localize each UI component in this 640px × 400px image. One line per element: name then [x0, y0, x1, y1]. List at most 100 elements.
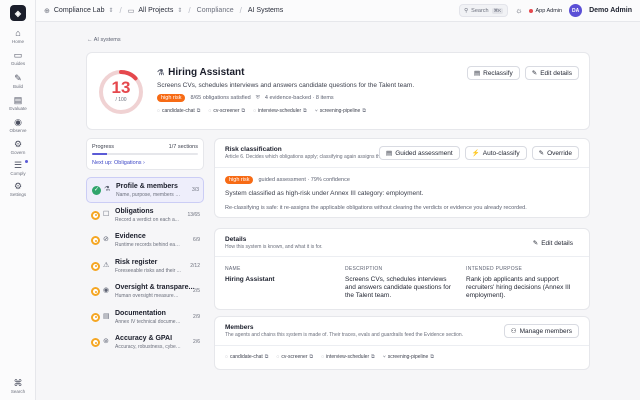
section-subtitle: Runtime records behind each...: [115, 242, 181, 248]
member-chip[interactable]: ⑂ screening-pipeline ⧉: [315, 108, 366, 114]
section-item[interactable]: ☐ Obligations Record a verdict on each a..…: [86, 203, 204, 229]
section-item[interactable]: ▤ Documentation Annex IV technical documen…: [86, 305, 204, 331]
member-chip[interactable]: ◌ cv-screener ⧉: [208, 108, 245, 114]
external-link-icon: ⧉: [362, 108, 366, 114]
back-link[interactable]: ← AI systems: [87, 37, 121, 43]
chip-label: candidate-chat: [229, 354, 263, 360]
external-link-icon: ⧉: [264, 354, 269, 360]
member-chip[interactable]: ⑂ screening-pipeline ⧉: [383, 354, 434, 360]
section-list: ✓ ⚗ Profile & members Name, purpose, member…: [86, 177, 204, 356]
rail-item-guides[interactable]: ▭ Guides: [0, 50, 36, 66]
classification-statement: System classified as high-risk under Ann…: [225, 190, 424, 197]
separator: /: [119, 6, 122, 15]
avatar[interactable]: DA: [569, 4, 583, 17]
rail-item-govern[interactable]: ⚙ Govern: [0, 139, 36, 155]
reclassify-button[interactable]: ▤ Reclassify: [466, 66, 520, 80]
section-item[interactable]: ⊚ Accuracy & GPAI Accuracy, robustness, cy…: [86, 330, 204, 356]
detail-purpose: INTENDED PURPOSE Rank job applicants and…: [466, 266, 584, 300]
wand-icon: ⚡: [471, 150, 480, 157]
rail-item-label: Evaluate: [9, 106, 27, 111]
rail-item-comply[interactable]: ☰ Comply: [0, 160, 36, 176]
card-title: Risk classification: [225, 146, 282, 153]
section-icon: ⚗: [104, 186, 111, 193]
member-chips: ◌ candidate-chat ⧉ ◌ cv-screener ⧉ ◌ intervie…: [225, 354, 434, 360]
card-subtitle: Article 6. Decides which obligations app…: [225, 154, 389, 160]
section-subtitle: Annex IV technical document...: [115, 318, 181, 325]
section-subtitle: Accuracy, robustness, cybers...: [115, 344, 181, 350]
user-name[interactable]: Demo Admin: [589, 7, 632, 14]
pending-icon: [91, 312, 100, 322]
guided-assessment-button[interactable]: ▤ Guided assessment: [379, 146, 460, 160]
risk-badge: high risk: [225, 176, 254, 184]
card-title: Details: [225, 236, 247, 243]
app-logo-icon[interactable]: ◈: [10, 5, 26, 21]
rail-item-build[interactable]: ✎ Build: [0, 73, 36, 89]
section-title: Profile & members: [116, 183, 178, 190]
section-item[interactable]: ⊘ Evidence Runtime records behind each... 6…: [86, 228, 204, 254]
section-icon: ⊚: [103, 338, 109, 345]
section-title: Accuracy & GPAI: [115, 335, 173, 342]
comply-icon: ☰: [13, 160, 23, 170]
reclassify-note: Re-classifying is safe: it re-assigns th…: [225, 205, 527, 211]
chat-icon: ◌: [208, 108, 212, 114]
project-switcher[interactable]: ▭ All Projects ⇕: [128, 7, 183, 15]
chat-icon: ◌: [253, 108, 257, 114]
chip-label: cv-screener: [213, 108, 240, 114]
rail-item-label: Search: [10, 389, 26, 394]
member-chip[interactable]: ◌ interview-scheduler ⧉: [321, 354, 375, 360]
rail-item-search[interactable]: ⌘ Search: [0, 378, 36, 394]
button-label: Auto-classify: [482, 149, 520, 157]
rail-item-label: Guides: [10, 61, 26, 66]
details-card: Details How this system is known, and wh…: [214, 228, 590, 310]
member-chip[interactable]: ◌ candidate-chat ⧉: [157, 108, 200, 114]
system-meta: high risk 8/65 obligations satisfied ⛨ 4…: [157, 94, 334, 102]
breadcrumb-compliance[interactable]: Compliance: [197, 7, 234, 14]
pipeline-icon: ⑂: [314, 108, 318, 114]
app-admin-badge[interactable]: App Admin: [529, 8, 562, 14]
globe-icon: ⊕: [44, 7, 50, 15]
score-max: / 100: [115, 97, 127, 103]
divider: [215, 167, 589, 168]
chip-label: interview-scheduler: [326, 354, 370, 360]
section-title: Obligations: [115, 207, 154, 215]
button-label: Override: [547, 149, 572, 157]
section-title: Risk register: [115, 258, 158, 266]
member-chip[interactable]: ◌ candidate-chat ⧉: [225, 354, 268, 360]
section-subtitle: Human oversight measures a...: [115, 293, 181, 299]
external-link-icon: ⧉: [430, 354, 434, 360]
rail-item-settings[interactable]: ⚙ Settings: [0, 181, 36, 197]
member-chip[interactable]: ◌ interview-scheduler ⧉: [253, 108, 307, 114]
external-link-icon: ⧉: [371, 354, 375, 360]
section-item[interactable]: ◉ Oversight & transpare... Human oversight…: [86, 279, 204, 305]
left-rail: ◈ ⌂ Home ▭ Guides ✎ Build ▤ Evaluate ◉ O…: [0, 0, 36, 400]
rail-item-label: Home: [11, 39, 24, 44]
progress-fill: [92, 153, 108, 155]
auto-classify-button[interactable]: ⚡ Auto-classify: [464, 146, 527, 160]
manage-members-button[interactable]: ⚇ Manage members: [503, 324, 579, 338]
override-button[interactable]: ✎ Override: [531, 146, 579, 160]
pending-icon: [91, 261, 100, 271]
theme-toggle-icon[interactable]: ☼: [515, 6, 522, 15]
section-item[interactable]: ⚠ Risk register Foreseeable risks and thei…: [86, 254, 204, 280]
rail-item-label: Comply: [10, 171, 26, 176]
edit-details-button[interactable]: ✎ Edit details: [526, 236, 579, 250]
risk-badge: high risk: [157, 94, 186, 102]
section-title: Oversight & transpare...: [115, 284, 195, 291]
rail-item-home[interactable]: ⌂ Home: [0, 28, 36, 44]
rail-item-label: Settings: [9, 192, 27, 197]
search-button[interactable]: ⚲ Search ⌘K: [459, 4, 509, 17]
pending-icon: [91, 236, 100, 245]
rail-item-label: Govern: [10, 150, 26, 155]
field-label: DESCRIPTION: [345, 266, 383, 272]
member-chip[interactable]: ◌ cv-screener ⧉: [276, 354, 313, 360]
section-item[interactable]: ✓ ⚗ Profile & members Name, purpose, member…: [86, 177, 204, 203]
rail-item-evaluate[interactable]: ▤ Evaluate: [0, 95, 36, 111]
app-admin-label: App Admin: [535, 7, 563, 14]
rail-item-observe[interactable]: ◉ Observe: [0, 117, 36, 133]
next-up-link[interactable]: Next up: Obligations ›: [92, 160, 145, 166]
section-subtitle: Record a verdict on each a...: [115, 216, 179, 223]
field-label: INTENDED PURPOSE: [466, 266, 523, 272]
rail-item-label: Observe: [9, 128, 27, 133]
edit-details-button[interactable]: ✎ Edit details: [524, 66, 579, 80]
org-switcher[interactable]: ⊕ Compliance Lab ⇕: [44, 7, 114, 15]
